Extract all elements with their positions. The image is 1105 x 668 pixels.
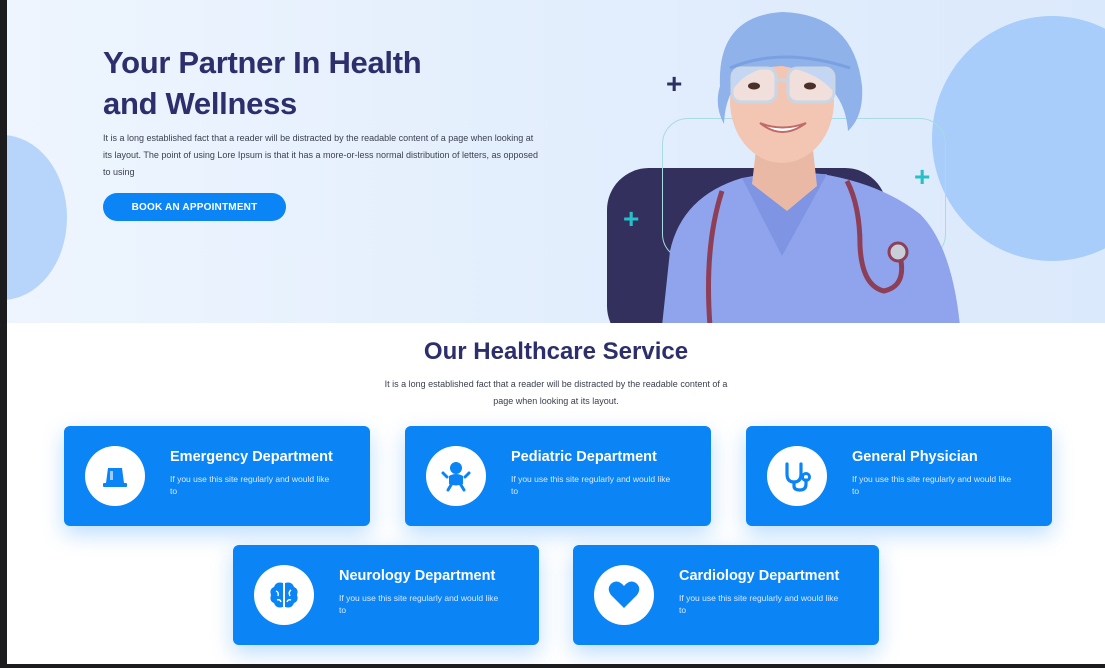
service-text: If you use this site regularly and would…: [852, 474, 1012, 496]
services-title: Our Healthcare Service: [423, 338, 689, 365]
hero-description: It is a long established fact that a rea…: [103, 133, 539, 177]
stethoscope-icon: [767, 446, 827, 506]
service-title: Emergency Department: [170, 449, 333, 465]
service-text: If you use this site regularly and would…: [679, 593, 839, 615]
doctor-photo: [662, 12, 960, 323]
service-text: If you use this site regularly and would…: [170, 474, 330, 496]
page: Your Partner In Health and Wellness It i…: [7, 0, 1105, 664]
services-subtitle: It is a long established fact that a rea…: [384, 379, 728, 406]
emergency-light-icon: [85, 446, 145, 506]
service-text: If you use this site regularly and would…: [511, 474, 671, 496]
book-appointment-button[interactable]: BOOK AN APPOINTMENT: [103, 193, 286, 221]
service-text: If you use this site regularly and would…: [339, 593, 499, 615]
heart-icon: [594, 565, 654, 625]
service-title: Neurology Department: [339, 568, 496, 584]
service-card-general-physician[interactable]: General Physician If you use this site r…: [746, 426, 1052, 526]
service-card-cardiology[interactable]: Cardiology Department If you use this si…: [573, 545, 879, 645]
service-title: Pediatric Department: [511, 449, 657, 465]
service-card-pediatric[interactable]: Pediatric Department If you use this sit…: [405, 426, 711, 526]
hero-title-line2: and Wellness: [103, 86, 297, 121]
service-title: Cardiology Department: [679, 568, 840, 584]
service-card-emergency[interactable]: Emergency Department If you use this sit…: [64, 426, 370, 526]
decor-blob-left: [7, 135, 67, 300]
hero-title-line1: Your Partner In Health: [103, 45, 422, 80]
service-card-neurology[interactable]: Neurology Department If you use this sit…: [233, 545, 539, 645]
hero-section: Your Partner In Health and Wellness It i…: [7, 0, 1105, 323]
brain-icon: [254, 565, 314, 625]
service-title: General Physician: [852, 449, 978, 465]
baby-icon: [426, 446, 486, 506]
hero-title: Your Partner In Health and Wellness: [103, 42, 523, 124]
